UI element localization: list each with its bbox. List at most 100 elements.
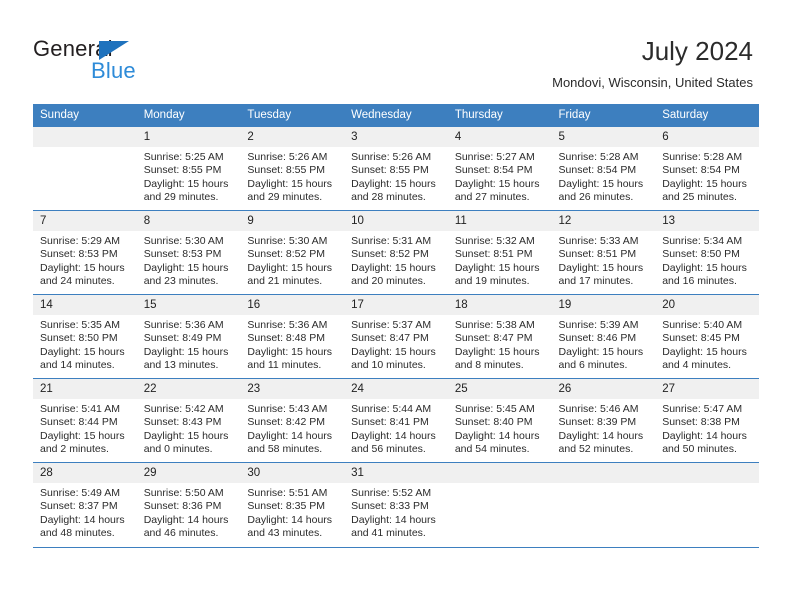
day-sun-info: Sunrise: 5:26 AM Sunset: 8:55 PM Daylight:… bbox=[344, 147, 448, 205]
daylight-text-line2: and 29 minutes. bbox=[247, 191, 323, 204]
page-header: General Blue July 2024 Mondovi, Wisconsi… bbox=[0, 0, 792, 104]
calendar-page: General Blue July 2024 Mondovi, Wisconsi… bbox=[0, 0, 792, 612]
sunset-text: Sunset: 8:54 PM bbox=[558, 164, 637, 177]
calendar-day-cell[interactable]: 11 Sunrise: 5:32 AM Sunset: 8:51 PM Dayligh… bbox=[447, 210, 552, 295]
weekday-header-thursday: Thursday bbox=[447, 104, 552, 127]
sunset-text: Sunset: 8:41 PM bbox=[351, 416, 429, 429]
daylight-text-line2: and 0 minutes. bbox=[143, 443, 213, 456]
sunset-text: Sunset: 8:35 PM bbox=[247, 500, 326, 513]
calendar-day-cell[interactable]: 20 Sunrise: 5:40 AM Sunset: 8:45 PM Dayligh… bbox=[655, 294, 759, 379]
daylight-text-line2: and 28 minutes. bbox=[351, 191, 426, 204]
day-sun-info: Sunrise: 5:36 AM Sunset: 8:48 PM Daylight:… bbox=[240, 315, 344, 373]
calendar-day-cell[interactable]: 2 Sunrise: 5:26 AM Sunset: 8:55 PM Daylight… bbox=[240, 126, 345, 211]
sunset-text: Sunset: 8:51 PM bbox=[558, 248, 637, 261]
calendar-grid: Sunday Monday Tuesday Wednesday Thursday… bbox=[33, 104, 759, 547]
day-number: 24 bbox=[344, 379, 448, 399]
calendar-day-cell[interactable]: 5 Sunrise: 5:28 AM Sunset: 8:54 PM Daylight… bbox=[551, 126, 656, 211]
day-number: 7 bbox=[33, 211, 137, 231]
day-sun-info: Sunrise: 5:42 AM Sunset: 8:43 PM Daylight:… bbox=[137, 399, 241, 457]
calendar-day-cell[interactable]: 18 Sunrise: 5:38 AM Sunset: 8:47 PM Dayligh… bbox=[447, 294, 552, 379]
calendar-day-cell[interactable]: 24 Sunrise: 5:44 AM Sunset: 8:41 PM Dayligh… bbox=[344, 378, 448, 463]
day-number: 21 bbox=[33, 379, 137, 399]
calendar-day-cell[interactable]: 3 Sunrise: 5:26 AM Sunset: 8:55 PM Daylight… bbox=[344, 126, 448, 211]
day-number bbox=[551, 463, 656, 483]
sunset-text: Sunset: 8:52 PM bbox=[351, 248, 429, 261]
sunset-text: Sunset: 8:44 PM bbox=[40, 416, 118, 429]
day-sun-info: Sunrise: 5:35 AM Sunset: 8:50 PM Daylight:… bbox=[33, 315, 137, 373]
calendar-day-cell-empty bbox=[447, 462, 552, 547]
sunrise-text: Sunrise: 5:44 AM bbox=[351, 403, 432, 415]
day-sun-info: Sunrise: 5:28 AM Sunset: 8:54 PM Daylight:… bbox=[655, 147, 759, 205]
sunrise-text: Sunrise: 5:32 AM bbox=[454, 235, 535, 247]
calendar-day-cell[interactable]: 25 Sunrise: 5:45 AM Sunset: 8:40 PM Dayligh… bbox=[447, 378, 552, 463]
sunrise-text: Sunrise: 5:51 AM bbox=[247, 487, 328, 499]
daylight-text-line1: Daylight: 15 hours bbox=[454, 345, 540, 358]
day-sun-info: Sunrise: 5:50 AM Sunset: 8:36 PM Daylight:… bbox=[137, 483, 241, 541]
day-sun-info: Sunrise: 5:40 AM Sunset: 8:45 PM Daylight:… bbox=[655, 315, 759, 373]
calendar-day-cell[interactable]: 31 Sunrise: 5:52 AM Sunset: 8:33 PM Dayligh… bbox=[344, 462, 448, 547]
day-sun-info: Sunrise: 5:31 AM Sunset: 8:52 PM Daylight:… bbox=[344, 231, 448, 289]
calendar-day-cell[interactable]: 10 Sunrise: 5:31 AM Sunset: 8:52 PM Dayligh… bbox=[344, 210, 448, 295]
calendar-day-cell[interactable]: 30 Sunrise: 5:51 AM Sunset: 8:35 PM Dayligh… bbox=[240, 462, 345, 547]
calendar-day-cell[interactable]: 23 Sunrise: 5:43 AM Sunset: 8:42 PM Dayligh… bbox=[240, 378, 345, 463]
calendar-day-cell[interactable]: 9 Sunrise: 5:30 AM Sunset: 8:52 PM Daylight… bbox=[240, 210, 345, 295]
calendar-week-row: 7 Sunrise: 5:29 AM Sunset: 8:53 PM Daylight… bbox=[33, 210, 759, 295]
day-number: 15 bbox=[136, 295, 241, 315]
calendar-day-cell[interactable]: 19 Sunrise: 5:39 AM Sunset: 8:46 PM Dayligh… bbox=[551, 294, 656, 379]
calendar-bottom-border bbox=[33, 547, 759, 548]
calendar-day-cell[interactable]: 16 Sunrise: 5:36 AM Sunset: 8:48 PM Dayligh… bbox=[240, 294, 345, 379]
calendar-day-cell[interactable]: 17 Sunrise: 5:37 AM Sunset: 8:47 PM Dayligh… bbox=[344, 294, 448, 379]
sunrise-text: Sunrise: 5:28 AM bbox=[558, 151, 639, 163]
day-number: 29 bbox=[136, 463, 241, 483]
calendar-day-cell[interactable]: 6 Sunrise: 5:28 AM Sunset: 8:54 PM Daylight… bbox=[655, 126, 759, 211]
day-number: 18 bbox=[447, 295, 552, 315]
calendar-day-cell[interactable]: 4 Sunrise: 5:27 AM Sunset: 8:54 PM Daylight… bbox=[447, 126, 552, 211]
calendar-day-cell[interactable]: 7 Sunrise: 5:29 AM Sunset: 8:53 PM Daylight… bbox=[33, 210, 137, 295]
calendar-day-cell-empty bbox=[551, 462, 656, 547]
daylight-text-line1: Daylight: 15 hours bbox=[351, 177, 436, 190]
weekday-header-saturday: Saturday bbox=[655, 104, 759, 127]
daylight-text-line1: Daylight: 15 hours bbox=[662, 177, 747, 190]
calendar-day-cell[interactable]: 13 Sunrise: 5:34 AM Sunset: 8:50 PM Dayligh… bbox=[655, 210, 759, 295]
day-sun-info: Sunrise: 5:51 AM Sunset: 8:35 PM Daylight:… bbox=[240, 483, 344, 541]
daylight-text-line2: and 4 minutes. bbox=[662, 359, 732, 372]
calendar-day-cell[interactable]: 27 Sunrise: 5:47 AM Sunset: 8:38 PM Dayligh… bbox=[655, 378, 759, 463]
sunrise-text: Sunrise: 5:36 AM bbox=[247, 319, 328, 331]
sunset-text: Sunset: 8:54 PM bbox=[662, 164, 740, 177]
calendar-day-cell[interactable]: 21 Sunrise: 5:41 AM Sunset: 8:44 PM Dayligh… bbox=[33, 378, 137, 463]
day-sun-info bbox=[448, 483, 552, 487]
day-sun-info: Sunrise: 5:36 AM Sunset: 8:49 PM Daylight:… bbox=[137, 315, 241, 373]
daylight-text-line2: and 13 minutes. bbox=[143, 359, 219, 372]
calendar-day-cell[interactable]: 28 Sunrise: 5:49 AM Sunset: 8:37 PM Dayligh… bbox=[33, 462, 137, 547]
sunset-text: Sunset: 8:52 PM bbox=[247, 248, 326, 261]
sunset-text: Sunset: 8:37 PM bbox=[40, 500, 118, 513]
day-number: 14 bbox=[33, 295, 137, 315]
calendar-day-cell[interactable]: 14 Sunrise: 5:35 AM Sunset: 8:50 PM Dayligh… bbox=[33, 294, 137, 379]
calendar-day-cell[interactable]: 29 Sunrise: 5:50 AM Sunset: 8:36 PM Dayligh… bbox=[136, 462, 241, 547]
daylight-text-line2: and 56 minutes. bbox=[351, 443, 426, 456]
calendar-day-cell[interactable]: 12 Sunrise: 5:33 AM Sunset: 8:51 PM Dayligh… bbox=[551, 210, 656, 295]
sunset-text: Sunset: 8:50 PM bbox=[662, 248, 740, 261]
daylight-text-line2: and 10 minutes. bbox=[351, 359, 426, 372]
sunset-text: Sunset: 8:46 PM bbox=[558, 332, 637, 345]
page-title: July 2024 bbox=[641, 36, 753, 66]
calendar-day-cell[interactable]: 15 Sunrise: 5:36 AM Sunset: 8:49 PM Dayligh… bbox=[136, 294, 241, 379]
daylight-text-line1: Daylight: 15 hours bbox=[558, 261, 644, 274]
daylight-text-line1: Daylight: 14 hours bbox=[662, 429, 747, 442]
sunrise-text: Sunrise: 5:42 AM bbox=[143, 403, 224, 415]
sunrise-text: Sunrise: 5:35 AM bbox=[40, 319, 120, 331]
daylight-text-line2: and 23 minutes. bbox=[143, 275, 219, 288]
calendar-day-cell[interactable]: 8 Sunrise: 5:30 AM Sunset: 8:53 PM Daylight… bbox=[136, 210, 241, 295]
sunset-text: Sunset: 8:38 PM bbox=[662, 416, 740, 429]
daylight-text-line1: Daylight: 15 hours bbox=[558, 177, 644, 190]
calendar-day-cell[interactable]: 26 Sunrise: 5:46 AM Sunset: 8:39 PM Dayligh… bbox=[551, 378, 656, 463]
sunrise-text: Sunrise: 5:26 AM bbox=[247, 151, 328, 163]
sunrise-text: Sunrise: 5:43 AM bbox=[247, 403, 328, 415]
day-sun-info: Sunrise: 5:45 AM Sunset: 8:40 PM Daylight:… bbox=[448, 399, 552, 457]
daylight-text-line1: Daylight: 14 hours bbox=[351, 513, 436, 526]
calendar-day-cell[interactable]: 1 Sunrise: 5:25 AM Sunset: 8:55 PM Daylight… bbox=[136, 126, 241, 211]
calendar-day-cell[interactable]: 22 Sunrise: 5:42 AM Sunset: 8:43 PM Dayligh… bbox=[136, 378, 241, 463]
sunrise-text: Sunrise: 5:26 AM bbox=[351, 151, 432, 163]
daylight-text-line2: and 25 minutes. bbox=[662, 191, 737, 204]
day-sun-info: Sunrise: 5:34 AM Sunset: 8:50 PM Daylight:… bbox=[655, 231, 759, 289]
